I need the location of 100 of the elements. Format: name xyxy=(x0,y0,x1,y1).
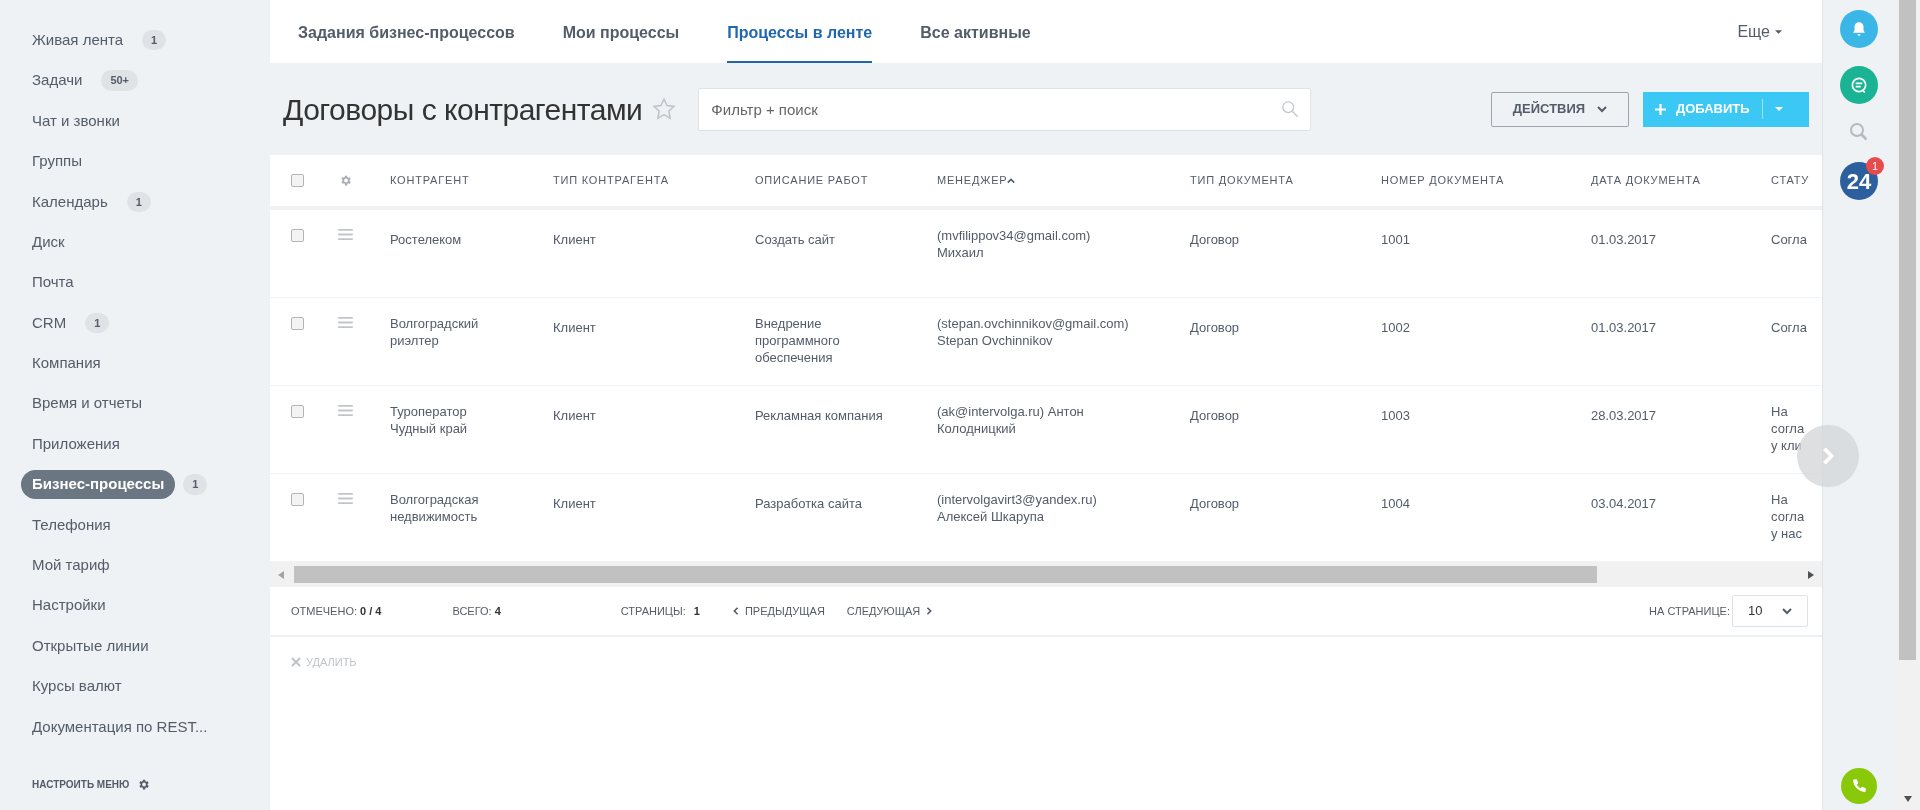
scroll-left-arrow-icon[interactable] xyxy=(278,570,284,579)
chat-icon xyxy=(1849,75,1869,95)
table-cell: Внедрение программного обеспечения xyxy=(755,315,840,366)
checkbox[interactable] xyxy=(291,317,304,330)
caret-icon xyxy=(1775,29,1782,34)
chevron-icon xyxy=(1597,104,1608,114)
search-field[interactable]: Фильтр + поиск xyxy=(698,87,1312,131)
tab[interactable]: Мои процессы xyxy=(562,0,680,63)
column-header[interactable]: ТИП КОНТРАГЕНТА xyxy=(553,172,669,189)
column-header[interactable]: НОМЕР ДОКУМЕНТА xyxy=(1381,172,1505,189)
checkbox[interactable] xyxy=(291,229,304,242)
star-icon[interactable] xyxy=(652,97,677,121)
sidebar-item[interactable]: Мой тариф xyxy=(21,551,121,580)
sidebar-item[interactable]: CRM xyxy=(21,308,78,338)
table-cell: 03.04.2017 xyxy=(1591,495,1657,512)
chevron-icon xyxy=(731,606,740,616)
next-page-link[interactable]: СЛЕДУЮЩАЯ xyxy=(846,602,934,620)
sidebar-item[interactable]: Настройки xyxy=(21,591,117,620)
search-icon[interactable] xyxy=(1849,122,1869,142)
table-cell: Договор xyxy=(1190,231,1240,248)
notifications-button[interactable] xyxy=(1840,10,1878,48)
sidebar-item[interactable]: Диск xyxy=(21,227,76,257)
page-number: 1 xyxy=(693,603,700,619)
sidebar-item[interactable]: Чат и звонки xyxy=(21,106,131,136)
table-cell: Создать сайт xyxy=(755,231,835,248)
sidebar-item[interactable]: Почта xyxy=(21,268,85,297)
checkbox[interactable] xyxy=(291,493,304,506)
column-header[interactable]: КОНТРАГЕНТ xyxy=(390,172,470,189)
table-cell: Клиент xyxy=(553,231,596,248)
marked-label: ОТМЕЧЕНО: xyxy=(291,603,357,619)
actions-button[interactable]: ДЕЙСТВИЯ xyxy=(1491,91,1629,127)
total-count: 4 xyxy=(494,603,501,619)
sidebar-item[interactable]: Время и отчеты xyxy=(21,389,154,418)
table-cell: Согла xyxy=(1771,231,1807,248)
table-cell: Договор xyxy=(1190,407,1240,424)
table-cell: Рекламная компания xyxy=(755,407,883,424)
table-cell: 01.03.2017 xyxy=(1591,319,1657,336)
table-cell: Клиент xyxy=(553,319,596,336)
counter-badge: 50+ xyxy=(101,70,139,91)
table-cell: (mvfilippov34@gmail.com) Михаил xyxy=(937,227,1091,261)
sidebar-item[interactable]: Телефония xyxy=(21,510,122,540)
drag-handle-icon[interactable] xyxy=(338,317,353,328)
column-header[interactable]: ТИП ДОКУМЕНТА xyxy=(1190,172,1294,189)
table-cell: Согла xyxy=(1771,319,1807,336)
sidebar-item[interactable]: Живая лента xyxy=(21,25,135,55)
pages-label: СТРАНИЦЫ: xyxy=(620,603,686,619)
total-label: ВСЕГО: xyxy=(452,603,492,619)
sidebar-item[interactable]: Бизнес-процессы xyxy=(21,470,176,499)
scroll-right-arrow-icon[interactable] xyxy=(1808,570,1814,579)
search-icon[interactable] xyxy=(1281,99,1300,118)
scroll-down-arrow-icon[interactable] xyxy=(1903,796,1912,802)
counter-badge: 1 xyxy=(126,191,151,212)
table-cell: (intervolgavirt3@yandex.ru) Алексей Шкарупа xyxy=(937,491,1097,525)
drag-handle-icon[interactable] xyxy=(338,405,353,416)
checkbox[interactable] xyxy=(291,174,304,187)
checkbox[interactable] xyxy=(291,405,304,418)
tab[interactable]: Процессы в ленте xyxy=(727,0,873,63)
column-header[interactable]: ДАТА ДОКУМЕНТА xyxy=(1591,172,1701,189)
notification-badge: 1 xyxy=(1866,157,1884,175)
table-cell: Договор xyxy=(1190,319,1240,336)
previous-page-link[interactable]: ПРЕДЫДУЩАЯ xyxy=(731,602,825,620)
tab[interactable]: Задания бизнес-процессов xyxy=(298,0,515,63)
page-title: Договоры с контрагентами xyxy=(283,91,643,128)
table-cell: 01.03.2017 xyxy=(1591,231,1657,248)
chat-button[interactable] xyxy=(1840,66,1878,104)
drag-handle-icon[interactable] xyxy=(338,229,353,240)
table-cell: На согла у нас xyxy=(1771,491,1805,542)
column-header[interactable]: СТАТУ xyxy=(1771,172,1810,189)
table-cell: 1001 xyxy=(1381,231,1410,248)
phone-icon xyxy=(1850,777,1868,795)
chevron-icon xyxy=(925,606,934,616)
sidebar-item[interactable]: Задачи xyxy=(21,66,94,95)
table-cell: Клиент xyxy=(553,407,596,424)
sidebar-item[interactable]: Открытые линии xyxy=(21,631,160,661)
phone-button[interactable] xyxy=(1841,768,1877,804)
column-header[interactable]: МЕНЕДЖЕР xyxy=(937,172,1008,189)
table-cell: Волгоградская недвижимость xyxy=(390,491,479,525)
marked-count: 0 / 4 xyxy=(360,603,382,619)
scrollbar-thumb[interactable] xyxy=(1899,0,1916,660)
sidebar-item[interactable]: Группы xyxy=(21,147,93,176)
table-cell: 1004 xyxy=(1381,495,1410,512)
tab[interactable]: Все активные xyxy=(920,0,1031,63)
table-cell: Ростелеком xyxy=(390,231,462,248)
drag-handle-icon[interactable] xyxy=(338,493,353,504)
sidebar-item[interactable]: Курсы валют xyxy=(21,672,133,701)
sidebar-item[interactable]: Документация по REST... xyxy=(21,712,219,742)
sidebar-item[interactable]: Приложения xyxy=(21,429,131,459)
table-cell: (stepan.ovchinnikov@gmail.com) Stepan Ovchinnikov xyxy=(937,315,1129,349)
table-cell: 28.03.2017 xyxy=(1591,407,1657,424)
table-cell: 1003 xyxy=(1381,407,1410,424)
per-page-label: НА СТРАНИЦЕ: xyxy=(1649,603,1730,619)
sidebar-item[interactable]: Компания xyxy=(21,349,112,378)
settings-icon[interactable] xyxy=(137,778,151,792)
column-header[interactable]: ОПИСАНИЕ РАБОТ xyxy=(755,172,869,189)
more-tab[interactable]: Еще xyxy=(1737,0,1782,63)
per-page-select[interactable]: 10 xyxy=(1732,595,1808,627)
scrollbar-thumb[interactable] xyxy=(294,566,1597,583)
table-cell: Туроператор Чудный край xyxy=(390,403,468,437)
configure-menu-link[interactable]: НАСТРОИТЬ МЕНЮ xyxy=(32,777,130,793)
sidebar-item[interactable]: Календарь xyxy=(21,187,119,216)
